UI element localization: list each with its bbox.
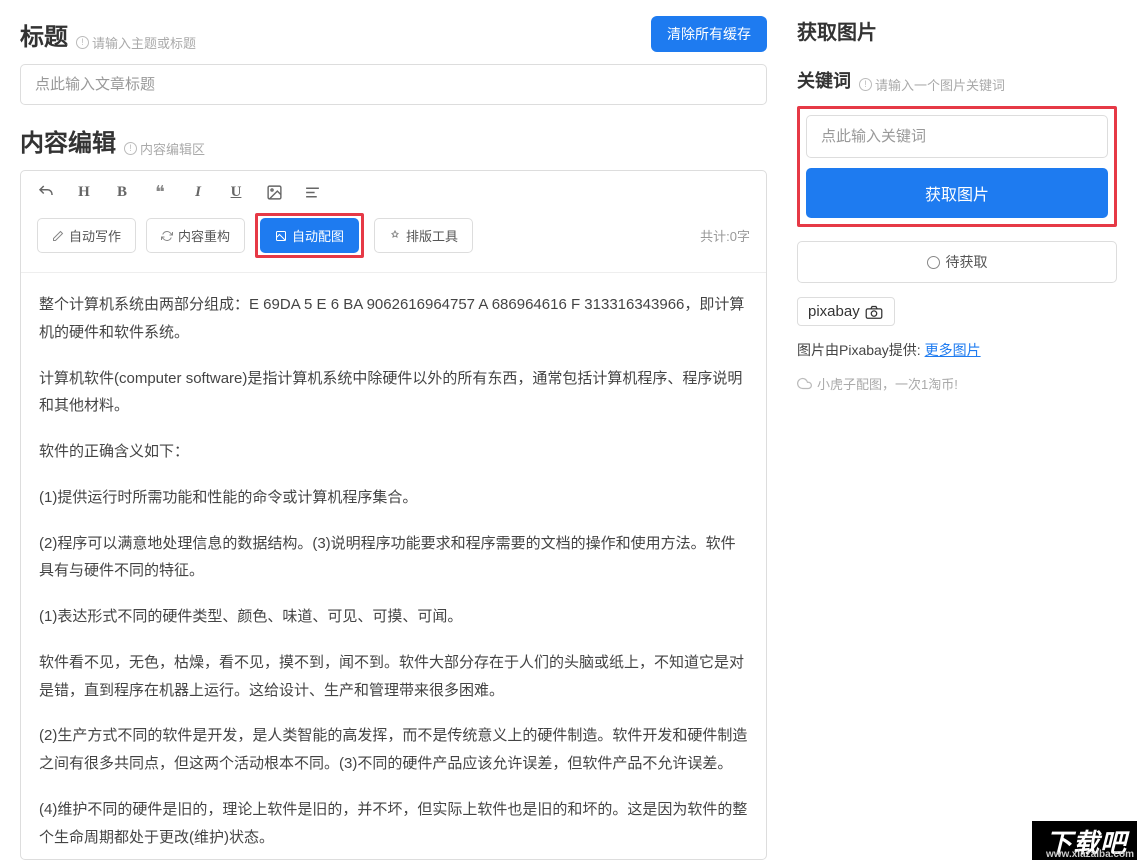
info-icon: ! <box>859 78 872 91</box>
format-toolbar: H B ❝ I U <box>21 171 766 209</box>
underline-icon[interactable]: U <box>227 183 245 201</box>
article-title-input[interactable] <box>20 64 767 105</box>
camera-icon <box>864 305 884 319</box>
content-paragraph: 计算机软件(computer software)是指计算机系统中除硬件以外的所有… <box>39 365 748 421</box>
editor-hint: ! 内容编辑区 <box>124 139 205 158</box>
editor-label: 内容编辑 <box>20 123 116 158</box>
more-images-link[interactable]: 更多图片 <box>925 342 981 358</box>
pending-button[interactable]: 待获取 <box>797 241 1117 283</box>
image-icon[interactable] <box>265 183 283 201</box>
fetch-image-button[interactable]: 获取图片 <box>806 168 1108 218</box>
content-paragraph: (2)生产方式不同的软件是开发，是人类智能的高发挥，而不是传统意义上的硬件制造。… <box>39 722 748 778</box>
restructure-button[interactable]: 内容重构 <box>146 218 245 253</box>
content-paragraph: (2)程序可以满意地处理信息的数据结构。(3)说明程序功能要求和程序需要的文档的… <box>39 530 748 586</box>
image-section-title: 获取图片 <box>797 16 1117 45</box>
pixabay-badge: pixabay <box>797 297 895 326</box>
clear-cache-button[interactable]: 清除所有缓存 <box>651 16 767 52</box>
auto-image-button[interactable]: 自动配图 <box>260 218 359 253</box>
footer-note: 小虎子配图，一次1淘币! <box>797 374 1117 393</box>
align-icon[interactable] <box>303 183 321 201</box>
word-count: 共计:0字 <box>700 226 750 245</box>
cloud-icon <box>797 376 812 391</box>
watermark: 下载吧 www.xiazaiba.com <box>1032 821 1137 860</box>
undo-icon[interactable] <box>37 183 55 201</box>
action-toolbar: 自动写作 内容重构 自动配图 排版工具 共计:0字 <box>21 209 766 273</box>
keyword-hint: ! 请输入一个图片关键词 <box>859 75 1005 94</box>
layout-tool-button[interactable]: 排版工具 <box>374 218 473 253</box>
auto-write-button[interactable]: 自动写作 <box>37 218 136 253</box>
auto-image-highlight: 自动配图 <box>255 213 364 258</box>
content-paragraph: (4)维护不同的硬件是旧的，理论上软件是旧的，并不坏，但实际上软件也是旧的和坏的… <box>39 796 748 852</box>
keyword-highlight-box: 获取图片 <box>797 106 1117 227</box>
bold-icon[interactable]: B <box>113 183 131 201</box>
content-paragraph: (1)提供运行时所需功能和性能的命令或计算机程序集合。 <box>39 484 748 512</box>
circle-icon <box>927 256 940 269</box>
content-paragraph: (1)表达形式不同的硬件类型、颜色、味道、可见、可摸、可闻。 <box>39 603 748 631</box>
quote-icon[interactable]: ❝ <box>151 183 169 201</box>
editor-container: H B ❝ I U 自动写作 内容重构 <box>20 170 767 860</box>
editor-body[interactable]: 整个计算机系统由两部分组成：E 69DA 5 E 6 BA 9062616964… <box>21 273 766 859</box>
content-paragraph: 软件的正确含义如下： <box>39 438 748 466</box>
content-paragraph: 软件看不见，无色，枯燥，看不见，摸不到，闻不到。软件大部分存在于人们的头脑或纸上… <box>39 649 748 705</box>
main-column: 标题 ! 请输入主题或标题 清除所有缓存 内容编辑 ! 内容编辑区 H B ❝ … <box>0 0 787 860</box>
side-column: 获取图片 关键词 ! 请输入一个图片关键词 获取图片 待获取 pixabay 图… <box>787 0 1137 860</box>
title-label: 标题 <box>20 17 68 52</box>
keyword-input[interactable] <box>806 115 1108 158</box>
title-header: 标题 ! 请输入主题或标题 清除所有缓存 <box>20 16 767 52</box>
content-paragraph: 整个计算机系统由两部分组成：E 69DA 5 E 6 BA 9062616964… <box>39 291 748 347</box>
info-icon: ! <box>76 36 89 49</box>
info-icon: ! <box>124 142 137 155</box>
keyword-label: 关键词 <box>797 67 851 93</box>
title-hint: ! 请输入主题或标题 <box>76 33 196 52</box>
heading-icon[interactable]: H <box>75 183 93 201</box>
italic-icon[interactable]: I <box>189 183 207 201</box>
provider-line: 图片由Pixabay提供: 更多图片 <box>797 340 1117 360</box>
